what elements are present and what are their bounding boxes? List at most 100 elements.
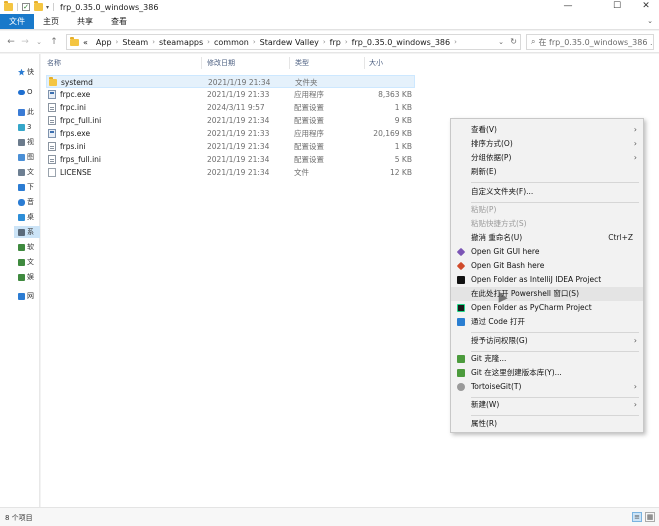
file-name: frpc.ini: [60, 103, 86, 112]
star-icon: [18, 68, 25, 76]
menu-separator: [471, 332, 639, 333]
nav-item-this-pc[interactable]: 此: [18, 106, 34, 118]
desktop-icon: [18, 213, 25, 221]
tab-home[interactable]: 主页: [34, 14, 68, 29]
file-date: 2021/1/19 21:34: [207, 116, 270, 125]
search-placeholder: 在 frp_0.35.0_windows_386 ...: [538, 37, 654, 47]
menu-item-view[interactable]: 查看(V) ›: [451, 123, 643, 137]
picture-icon: [18, 153, 25, 161]
nav-item-music[interactable]: 音: [18, 196, 34, 208]
file-name: frps.exe: [60, 129, 91, 138]
menu-item-open-powershell[interactable]: 在此处打开 Powershell 窗口(S): [451, 287, 643, 301]
menu-item-open-pycharm[interactable]: Open Folder as PyCharm Project: [451, 301, 643, 315]
nav-item-desktop[interactable]: 桌: [18, 211, 34, 223]
column-divider[interactable]: [201, 57, 202, 69]
details-view-icon[interactable]: ≡: [632, 512, 642, 522]
file-row-license[interactable]: LICENSE 2021/1/19 21:34 文件 12 KB: [46, 166, 415, 179]
nav-item-system-drive[interactable]: 系: [14, 226, 40, 238]
file-icon: [48, 168, 56, 177]
tab-view[interactable]: 查看: [102, 14, 136, 29]
breadcrumb-frp[interactable]: frp: [330, 38, 341, 47]
close-button[interactable]: ✕: [633, 0, 659, 14]
breadcrumb-steamapps[interactable]: steamapps: [159, 38, 203, 47]
search-input[interactable]: ⌕ 在 frp_0.35.0_windows_386 ...: [526, 34, 654, 50]
menu-item-group-by[interactable]: 分组依据(P) ›: [451, 151, 643, 165]
menu-item-give-access[interactable]: 授予访问权限(G) ›: [451, 334, 643, 348]
column-header-name[interactable]: 名称: [47, 57, 61, 69]
new-folder-icon[interactable]: [34, 1, 43, 11]
file-name: frps_full.ini: [60, 155, 102, 164]
folder-icon: [49, 77, 57, 86]
menu-item-open-with-code[interactable]: 通过 Code 打开: [451, 315, 643, 329]
chevron-right-icon: ›: [633, 153, 637, 162]
menu-item-git-create-repo[interactable]: Git 在这里创建版本库(Y)...: [451, 366, 643, 380]
menu-item-sort-by[interactable]: 排序方式(O) ›: [451, 137, 643, 151]
menu-item-paste[interactable]: 粘贴(P): [451, 203, 643, 217]
nav-item-network[interactable]: 网: [18, 290, 34, 302]
menu-item-paste-shortcut[interactable]: 粘贴快捷方式(S): [451, 217, 643, 231]
column-header-date[interactable]: 修改日期: [207, 57, 235, 69]
nav-item-pictures[interactable]: 图: [18, 151, 34, 163]
breadcrumb-current-folder[interactable]: frp_0.35.0_windows_386: [352, 38, 450, 47]
menu-item-open-intellij[interactable]: Open Folder as IntelliJ IDEA Project: [451, 273, 643, 287]
nav-item-documents[interactable]: 文: [18, 166, 34, 178]
nav-item-downloads[interactable]: 下: [18, 181, 34, 193]
column-divider[interactable]: [289, 57, 290, 69]
menu-item-refresh[interactable]: 刷新(E): [451, 165, 643, 179]
maximize-button[interactable]: ☐: [604, 0, 630, 14]
nav-item-drive-files[interactable]: 文: [18, 256, 34, 268]
menu-item-customize-folder[interactable]: 自定义文件夹(F)...: [451, 185, 643, 199]
forward-button[interactable]: →: [19, 35, 31, 49]
git-bash-icon: [456, 261, 466, 271]
file-row-frps-ini[interactable]: frps.ini 2021/1/19 21:34 配置设置 1 KB: [46, 140, 415, 153]
quick-access-dropdown-icon[interactable]: ▾: [46, 4, 49, 11]
expand-ribbon-icon[interactable]: ⌄: [647, 17, 653, 25]
up-button[interactable]: ↑: [48, 35, 60, 49]
breadcrumb-common[interactable]: common: [214, 38, 249, 47]
file-name: LICENSE: [60, 168, 92, 177]
file-row-frpc-exe[interactable]: frpc.exe 2021/1/19 21:33 应用程序 8,363 KB: [46, 88, 415, 101]
menu-item-new[interactable]: 新建(W) ›: [451, 398, 643, 412]
folder-icon: [70, 36, 79, 46]
nav-item-onedrive[interactable]: O: [18, 86, 33, 98]
recent-locations-icon[interactable]: ⌄: [33, 35, 45, 49]
file-row-frps-full-ini[interactable]: frps_full.ini 2021/1/19 21:34 配置设置 5 KB: [46, 153, 415, 166]
minimize-button[interactable]: —: [555, 0, 581, 14]
nav-item-3d-objects[interactable]: 3: [18, 121, 31, 133]
breadcrumb-steam[interactable]: Steam: [122, 38, 148, 47]
refresh-icon[interactable]: ↻: [510, 35, 517, 49]
file-size: 5 KB: [394, 155, 412, 164]
breadcrumb-overflow[interactable]: «: [83, 38, 88, 47]
menu-item-undo-rename[interactable]: 撤消 重命名(U) Ctrl+Z: [451, 231, 643, 245]
file-row-frpc-ini[interactable]: frpc.ini 2024/3/11 9:57 配置设置 1 KB: [46, 101, 415, 114]
git-gui-icon: [456, 247, 466, 257]
tab-file[interactable]: 文件: [0, 14, 34, 29]
address-bar[interactable]: « App › Steam › steamapps › common › Sta…: [66, 34, 521, 50]
back-button[interactable]: ←: [5, 35, 17, 49]
menu-item-properties[interactable]: 属性(R): [451, 417, 643, 431]
download-icon: [18, 183, 25, 191]
tab-share[interactable]: 共享: [68, 14, 102, 29]
file-type: 文件: [294, 168, 309, 177]
column-header-type[interactable]: 类型: [295, 57, 309, 69]
menu-item-tortoisegit[interactable]: TortoiseGit(T) ›: [451, 380, 643, 394]
file-row-frpc-full-ini[interactable]: frpc_full.ini 2021/1/19 21:34 配置设置 9 KB: [46, 114, 415, 127]
properties-icon[interactable]: ✓: [22, 3, 30, 11]
column-divider[interactable]: [364, 57, 365, 69]
menu-item-open-git-gui[interactable]: Open Git GUI here: [451, 245, 643, 259]
nav-item-quick-access[interactable]: 快: [18, 66, 34, 78]
nav-item-videos[interactable]: 视: [18, 136, 34, 148]
intellij-icon: [457, 276, 465, 284]
breadcrumb-app[interactable]: App: [96, 38, 112, 47]
nav-item-drive-entertainment[interactable]: 娱: [18, 271, 34, 283]
context-menu: 查看(V) › 排序方式(O) › 分组依据(P) › 刷新(E) 自定义文件夹(F)…: [450, 118, 644, 433]
breadcrumb-stardew-valley[interactable]: Stardew Valley: [260, 38, 319, 47]
file-row-frps-exe[interactable]: frps.exe 2021/1/19 21:33 应用程序 20,169 KB: [46, 127, 415, 140]
column-header-size[interactable]: 大小: [369, 57, 383, 69]
menu-item-git-clone[interactable]: Git 克隆...: [451, 352, 643, 366]
menu-item-open-git-bash[interactable]: Open Git Bash here: [451, 259, 643, 273]
address-dropdown-icon[interactable]: ⌄: [498, 35, 504, 49]
nav-item-drive-software[interactable]: 软: [18, 241, 34, 253]
file-row-systemd[interactable]: systemd 2021/1/19 21:34 文件夹: [46, 75, 415, 88]
large-icons-view-icon[interactable]: ▦: [645, 512, 655, 522]
